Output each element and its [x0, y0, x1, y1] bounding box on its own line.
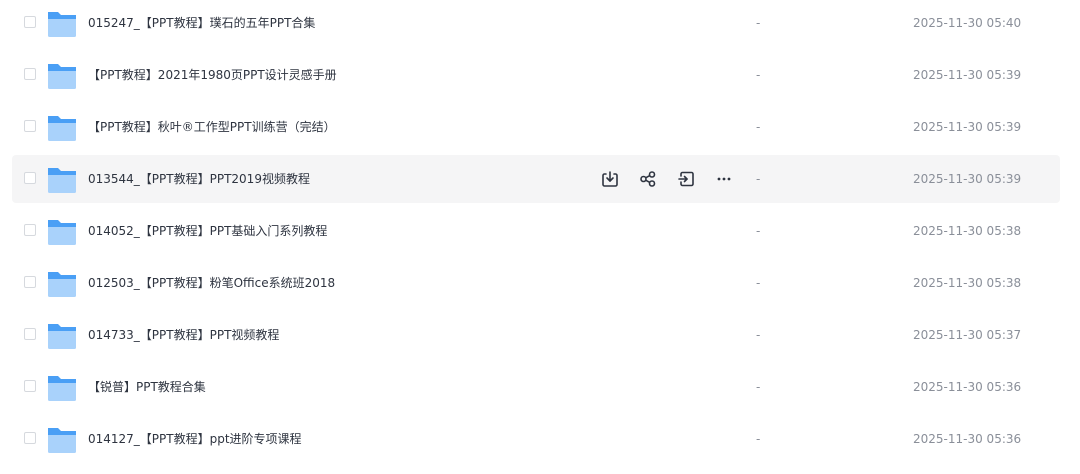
file-modified-time: 2025-11-30 05:38: [913, 224, 1022, 238]
file-name[interactable]: 012503_【PPT教程】粉笔Office系统班2018: [88, 259, 335, 307]
row-checkbox[interactable]: [24, 380, 36, 392]
folder-icon: [48, 272, 76, 297]
file-name[interactable]: 013544_【PPT教程】PPT2019视频教程: [88, 155, 310, 203]
file-name[interactable]: 015247_【PPT教程】璞石的五年PPT合集: [88, 0, 315, 47]
row-checkbox[interactable]: [24, 16, 36, 28]
file-row[interactable]: 014733_【PPT教程】PPT视频教程 - 2025-11-30 05:37: [12, 311, 1060, 359]
file-row[interactable]: 014052_【PPT教程】PPT基础入门系列教程 - 2025-11-30 0…: [12, 207, 1060, 255]
row-checkbox[interactable]: [24, 328, 36, 340]
row-checkbox[interactable]: [24, 120, 36, 132]
scrollbar-track[interactable]: [1060, 0, 1080, 474]
folder-icon: [48, 324, 76, 349]
file-size: -: [756, 120, 761, 134]
file-row[interactable]: 【PPT教程】2021年1980页PPT设计灵感手册 - 2025-11-30 …: [12, 51, 1060, 99]
row-checkbox[interactable]: [24, 68, 36, 80]
row-checkbox[interactable]: [24, 172, 36, 184]
file-name[interactable]: 【PPT教程】秋叶®工作型PPT训练营（完结）: [88, 103, 336, 151]
file-name[interactable]: 014052_【PPT教程】PPT基础入门系列教程: [88, 207, 327, 255]
row-checkbox[interactable]: [24, 432, 36, 444]
row-checkbox[interactable]: [24, 276, 36, 288]
file-row[interactable]: 012503_【PPT教程】粉笔Office系统班2018 - 2025-11-…: [12, 259, 1060, 307]
file-modified-time: 2025-11-30 05:36: [913, 432, 1022, 446]
share-icon[interactable]: [636, 167, 660, 191]
file-name[interactable]: 014733_【PPT教程】PPT视频教程: [88, 311, 279, 359]
folder-icon: [48, 116, 76, 141]
row-checkbox[interactable]: [24, 224, 36, 236]
file-name[interactable]: 【锐普】PPT教程合集: [88, 363, 206, 411]
download-icon[interactable]: [598, 167, 622, 191]
file-name[interactable]: 【PPT教程】2021年1980页PPT设计灵感手册: [88, 51, 337, 99]
file-modified-time: 2025-11-30 05:39: [913, 120, 1022, 134]
file-size: -: [756, 16, 761, 30]
move-icon[interactable]: [674, 167, 698, 191]
folder-icon: [48, 168, 76, 193]
file-size: -: [756, 68, 761, 82]
folder-icon: [48, 220, 76, 245]
file-row[interactable]: 014127_【PPT教程】ppt进阶专项课程 - 2025-11-30 05:…: [12, 415, 1060, 463]
file-modified-time: 2025-11-30 05:40: [913, 16, 1022, 30]
file-modified-time: 2025-11-30 05:37: [913, 328, 1022, 342]
file-modified-time: 2025-11-30 05:38: [913, 276, 1022, 290]
row-actions: [598, 167, 750, 191]
file-size: -: [756, 432, 761, 446]
file-size: -: [756, 172, 761, 186]
more-icon[interactable]: [712, 167, 736, 191]
file-row[interactable]: 015247_【PPT教程】璞石的五年PPT合集 - 2025-11-30 05…: [12, 0, 1060, 47]
file-row[interactable]: 【锐普】PPT教程合集 - 2025-11-30 05:36: [12, 363, 1060, 411]
file-size: -: [756, 276, 761, 290]
file-size: -: [756, 328, 761, 342]
file-size: -: [756, 380, 761, 394]
file-name[interactable]: 014127_【PPT教程】ppt进阶专项课程: [88, 415, 302, 463]
folder-icon: [48, 376, 76, 401]
folder-icon: [48, 64, 76, 89]
file-modified-time: 2025-11-30 05:39: [913, 68, 1022, 82]
file-row-hovered[interactable]: 013544_【PPT教程】PPT2019视频教程 - 2025-11-30 0…: [12, 155, 1060, 203]
file-modified-time: 2025-11-30 05:36: [913, 380, 1022, 394]
file-row[interactable]: 【PPT教程】秋叶®工作型PPT训练营（完结） - 2025-11-30 05:…: [12, 103, 1060, 151]
folder-icon: [48, 12, 76, 37]
folder-icon: [48, 428, 76, 453]
file-size: -: [756, 224, 761, 238]
file-modified-time: 2025-11-30 05:39: [913, 172, 1022, 186]
